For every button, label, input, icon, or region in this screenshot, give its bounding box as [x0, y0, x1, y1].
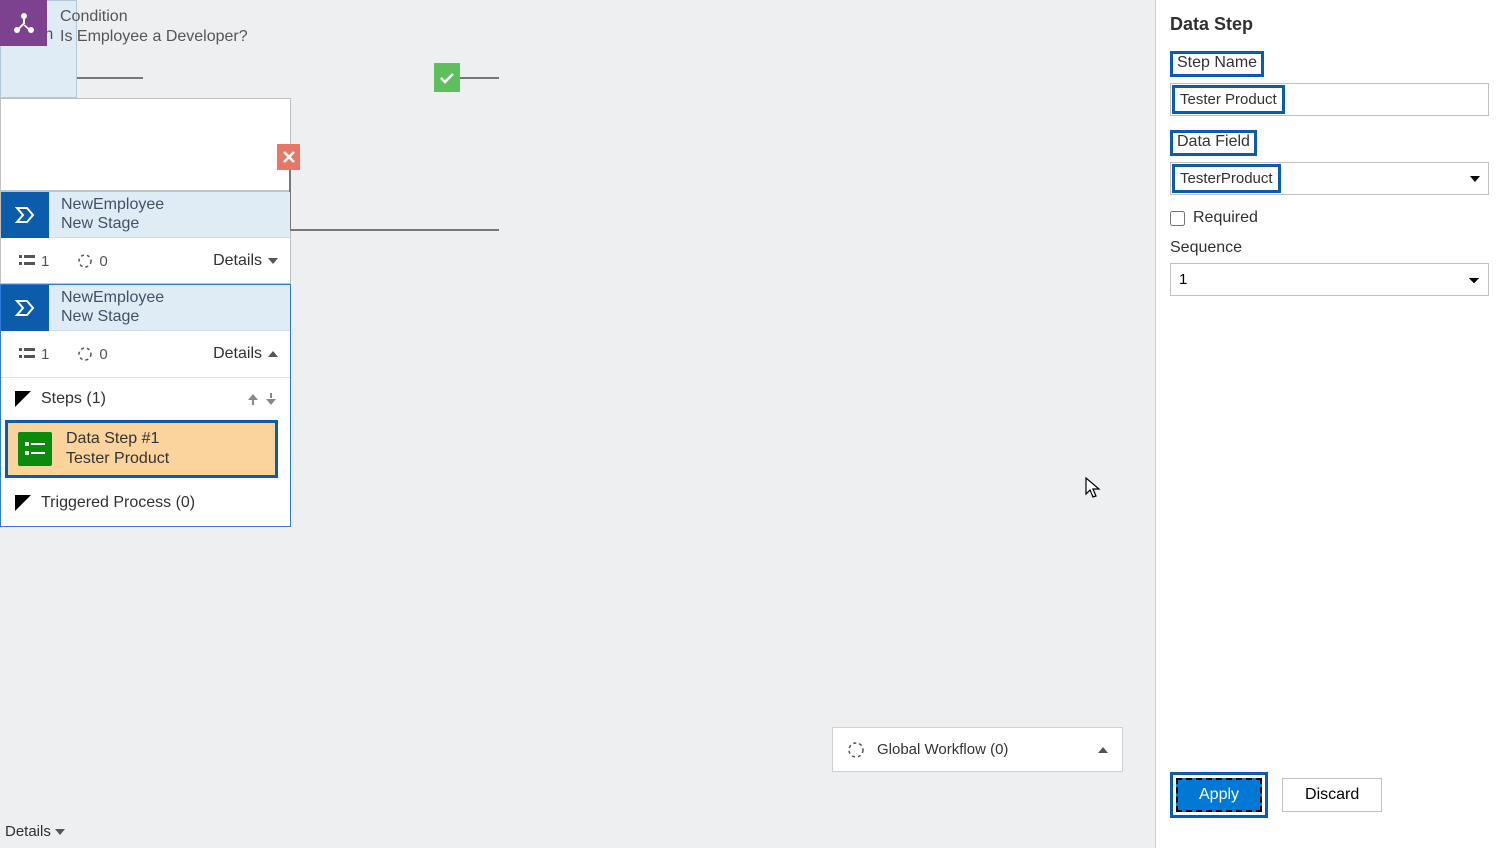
sequence-label: Sequence — [1170, 239, 1489, 257]
details-toggle[interactable]: Details — [213, 252, 278, 270]
stage-header: NewEmployee New Stage — [1, 192, 290, 238]
data-field-row: Data Field TesterProduct — [1170, 130, 1489, 195]
panel-footer: Apply Discard — [1170, 772, 1489, 818]
step-name-input-wrapper[interactable]: Tester Product — [1170, 83, 1489, 116]
step-name-label: Step Name — [1170, 51, 1264, 77]
details-toggle[interactable]: Details — [5, 823, 65, 840]
chevron-up-icon[interactable] — [1098, 747, 1108, 753]
data-step-icon — [18, 432, 52, 466]
global-workflow-label: Global Workflow (0) — [877, 741, 1008, 758]
cursor-icon — [1085, 477, 1101, 499]
required-row[interactable]: Required — [1170, 209, 1489, 227]
condition-question: Is Employee a Developer? — [60, 28, 248, 46]
stage-name: New Stage — [61, 308, 164, 326]
condition-type-label: Condition — [60, 8, 248, 26]
collapse-triangle-icon — [15, 495, 31, 511]
stage-header: NewEmployee New Stage — [1, 285, 290, 331]
steps-header-label: Steps (1) — [41, 390, 106, 408]
condition-false-badge — [277, 144, 300, 170]
discard-button[interactable]: Discard — [1282, 778, 1382, 812]
data-step-field: Tester Product — [66, 450, 169, 468]
stage-node-expanded[interactable]: NewEmployee New Stage 1 0 Details — [0, 284, 291, 527]
apply-button-highlight: Apply — [1170, 772, 1268, 818]
stage-name: New Stage — [61, 215, 164, 233]
steps-count: 1 — [19, 346, 49, 363]
data-field-value: TesterProduct — [1172, 164, 1281, 193]
condition-node[interactable]: Condition Is Employee a Developer? — [0, 98, 291, 191]
global-workflow-bar[interactable]: Global Workflow (0) — [832, 727, 1123, 772]
data-step-title: Data Step #1 — [66, 430, 169, 448]
data-field-label: Data Field — [1170, 130, 1257, 156]
step-name-value: Tester Product — [1172, 85, 1285, 114]
sequence-row: Sequence 1 — [1170, 239, 1489, 296]
chevron-up-icon — [268, 351, 278, 357]
condition-icon — [0, 0, 47, 46]
reorder-arrows[interactable] — [246, 392, 278, 406]
panel-title: Data Step — [1170, 14, 1489, 35]
process-count: 0 — [77, 346, 107, 363]
spinner-icon — [77, 253, 93, 269]
properties-panel: Data Step Step Name Tester Product Data … — [1155, 0, 1509, 848]
triggered-process-section[interactable]: Triggered Process (0) — [13, 494, 278, 512]
spinner-icon — [77, 346, 93, 362]
arrow-up-icon[interactable] — [246, 392, 260, 406]
connector-line — [460, 77, 499, 79]
connector-line — [77, 77, 143, 79]
steps-count: 1 — [19, 253, 49, 270]
stage-entity: NewEmployee — [61, 289, 164, 307]
triggered-process-label: Triggered Process (0) — [41, 494, 195, 512]
details-toggle[interactable]: Details — [213, 345, 278, 363]
required-label: Required — [1193, 209, 1258, 227]
chevron-down-icon — [55, 829, 65, 835]
stage-chevron-icon — [1, 192, 49, 238]
data-field-select-wrapper[interactable]: TesterProduct — [1170, 162, 1489, 195]
list-icon — [19, 254, 35, 268]
process-count: 0 — [77, 253, 107, 270]
collapse-triangle-icon[interactable] — [15, 391, 31, 407]
apply-button[interactable]: Apply — [1176, 778, 1262, 812]
list-icon — [19, 347, 35, 361]
stage-node[interactable]: NewEmployee New Stage 1 0 Details — [0, 191, 291, 284]
spinner-icon — [847, 741, 865, 759]
required-checkbox[interactable] — [1170, 211, 1185, 226]
sequence-select[interactable]: 1 — [1170, 263, 1489, 296]
chevron-down-icon — [1470, 176, 1480, 182]
details-label: Details — [5, 823, 51, 840]
condition-text: Condition Is Employee a Developer? — [60, 8, 248, 46]
chevron-down-icon — [268, 258, 278, 264]
stage-chevron-icon — [1, 285, 49, 331]
stage-details-panel: Steps (1) Data Step #1 Tester Product T — [1, 377, 290, 526]
stage-entity: NewEmployee — [61, 196, 164, 214]
arrow-down-icon[interactable] — [264, 392, 278, 406]
data-step-item-selected[interactable]: Data Step #1 Tester Product — [5, 420, 278, 478]
condition-true-badge — [434, 63, 460, 92]
step-name-row: Step Name Tester Product — [1170, 51, 1489, 116]
connector-line — [289, 229, 499, 231]
